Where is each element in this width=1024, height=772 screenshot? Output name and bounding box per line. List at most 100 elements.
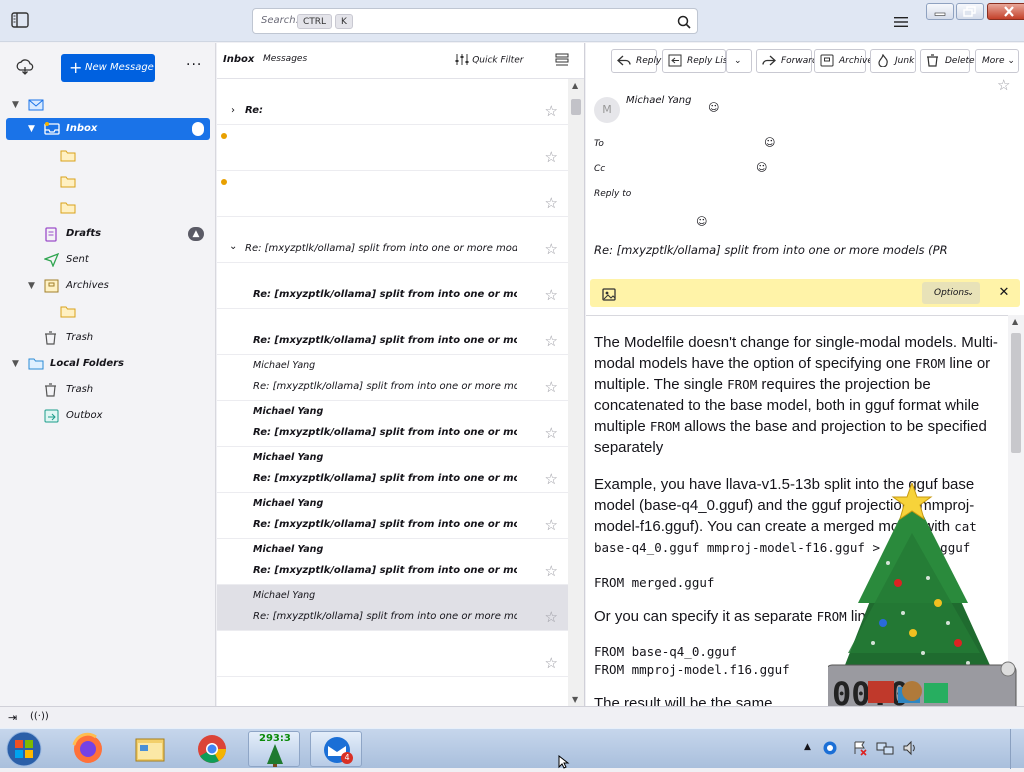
folder-inbox[interactable]: ▼ Inbox — [6, 118, 210, 140]
thread-row[interactable]: › Re: ☆ — [217, 79, 569, 125]
star-icon[interactable]: ☆ — [545, 102, 558, 120]
thread-subject: Re: [mxyzptlk/ollama] split from into on… — [253, 565, 517, 576]
minimize-button[interactable] — [926, 3, 954, 20]
thread-row[interactable]: Re: [mxyzptlk/ollama] split from into on… — [217, 309, 569, 355]
folder-subfolder-3[interactable] — [6, 197, 210, 219]
new-message-button[interactable]: + New Message — [61, 54, 155, 82]
local-folders-row[interactable]: ▼ Local Folders — [6, 353, 210, 375]
folder-subfolder-2[interactable] — [6, 171, 210, 193]
thread-row[interactable]: Michael Yang Re: [mxyzptlk/ollama] split … — [217, 493, 569, 539]
network-icon[interactable] — [876, 740, 894, 760]
file-explorer-taskbar-icon[interactable] — [124, 731, 176, 767]
start-button[interactable] — [4, 730, 44, 768]
action-center-flag-icon[interactable] — [852, 740, 868, 760]
star-icon[interactable]: ☆ — [545, 654, 558, 672]
chevron-down-icon[interactable]: ▼ — [12, 94, 19, 116]
folder-label: Inbox — [66, 123, 98, 134]
chrome-taskbar-icon[interactable] — [186, 731, 238, 767]
chevron-down-icon[interactable]: ▼ — [12, 353, 19, 375]
quick-filter-button[interactable]: Quick Filter — [455, 53, 523, 66]
thread-row[interactable]: ⌄ Re: [mxyzptlk/ollama] split from into o… — [217, 217, 569, 263]
display-options-icon[interactable] — [555, 53, 569, 70]
thread-scrollbar[interactable]: ▲ ▼ — [568, 79, 584, 706]
add-contact-icon[interactable]: ☺ — [708, 101, 719, 114]
add-contact-icon[interactable]: ☺ — [756, 161, 767, 174]
thread-row[interactable]: ☆ — [217, 171, 569, 217]
volume-icon[interactable] — [902, 740, 918, 760]
filter-icon — [455, 54, 469, 65]
star-icon[interactable]: ☆ — [545, 378, 558, 396]
star-icon[interactable]: ☆ — [545, 286, 558, 304]
thread-sender: Michael Yang — [253, 544, 324, 555]
get-messages-icon[interactable] — [16, 59, 34, 79]
chevron-right-icon[interactable]: › — [231, 105, 235, 116]
folder-pane-toggle-icon[interactable] — [11, 12, 29, 28]
reply-dropdown-button[interactable]: ⌄ — [726, 49, 752, 73]
add-contact-icon[interactable]: ☺ — [696, 215, 707, 228]
star-icon[interactable]: ☆ — [545, 608, 558, 626]
firefox-taskbar-icon[interactable] — [62, 731, 114, 767]
close-notice-icon[interactable]: ✕ — [994, 283, 1014, 303]
folder-subfolder-1[interactable] — [6, 145, 210, 167]
sender-name[interactable]: Michael Yang — [626, 95, 691, 106]
folder-trash[interactable]: Trash — [6, 327, 210, 349]
maximize-button[interactable] — [956, 3, 984, 20]
star-icon[interactable]: ☆ — [545, 424, 558, 442]
show-desktop-button[interactable] — [1010, 729, 1024, 769]
reply-button[interactable]: Reply — [611, 49, 661, 73]
thread-row[interactable]: Michael Yang Re: [mxyzptlk/ollama] split … — [217, 401, 569, 447]
thread-row[interactable]: ☆ — [217, 631, 569, 677]
app-menu-icon[interactable] — [894, 13, 908, 32]
folder-sent[interactable]: Sent — [6, 249, 210, 271]
thread-row[interactable]: ☆ — [217, 125, 569, 171]
notice-options-button[interactable]: Options ⌄ — [922, 282, 980, 304]
local-folder-icon — [28, 357, 44, 379]
tree-counter: 293:3 — [259, 733, 291, 744]
star-icon[interactable]: ☆ — [545, 240, 558, 258]
account-row[interactable]: ▼ — [6, 94, 210, 116]
send-icon — [43, 252, 60, 276]
star-icon[interactable]: ☆ — [545, 516, 558, 534]
status-toggle-icon[interactable]: ⇥ — [8, 711, 17, 724]
star-icon[interactable]: ☆ — [545, 332, 558, 350]
star-icon[interactable]: ☆ — [545, 194, 558, 212]
more-button[interactable]: More ⌄ — [975, 49, 1019, 73]
folder-pane-options-icon[interactable]: ··· — [186, 57, 202, 73]
search-icon[interactable] — [677, 14, 691, 33]
thread-row[interactable]: Michael Yang Re: [mxyzptlk/ollama] split … — [217, 355, 569, 401]
star-icon[interactable]: ☆ — [997, 76, 1010, 94]
thread-row[interactable]: Michael Yang Re: [mxyzptlk/ollama] split … — [217, 585, 569, 631]
folder-local-trash[interactable]: Trash — [6, 379, 210, 401]
unread-dot — [221, 133, 227, 139]
folder-archive-year[interactable] — [6, 301, 210, 323]
delete-button[interactable]: Delete — [920, 49, 975, 73]
thread-row[interactable]: Michael Yang Re: [mxyzptlk/ollama] split … — [217, 539, 569, 585]
archive-button[interactable]: Archive — [814, 49, 873, 73]
scrollbar-thumb[interactable] — [1011, 333, 1021, 453]
star-icon[interactable]: ☆ — [545, 470, 558, 488]
thread-sender: Michael Yang — [253, 452, 324, 463]
scrollbar-thumb[interactable] — [571, 99, 581, 115]
forward-button[interactable]: Forward — [756, 49, 818, 73]
chevron-down-icon[interactable]: ▼ — [28, 118, 35, 140]
chevron-down-icon[interactable]: ▼ — [28, 275, 35, 297]
search-input[interactable]: Search… CTRL K — [252, 8, 698, 34]
show-hidden-icons-icon[interactable]: ▲ — [804, 742, 811, 752]
thunderbird-taskbar-button[interactable]: 4 — [310, 731, 362, 767]
folder-outbox[interactable]: Outbox — [6, 405, 210, 427]
star-icon[interactable]: ☆ — [545, 562, 558, 580]
drafts-icon — [44, 227, 58, 251]
thread-row[interactable]: Re: [mxyzptlk/ollama] split from into on… — [217, 263, 569, 309]
reply-list-button[interactable]: Reply List — [662, 49, 731, 73]
folder-drafts[interactable]: Drafts ▲ — [6, 223, 210, 245]
thread-row[interactable]: Michael Yang Re: [mxyzptlk/ollama] split … — [217, 447, 569, 493]
tree-gadget-taskbar-button[interactable]: 293:3 — [248, 731, 300, 767]
star-icon[interactable]: ☆ — [545, 148, 558, 166]
folder-archives[interactable]: ▼ Archives — [6, 275, 210, 297]
tray-app-icon[interactable] — [822, 740, 838, 760]
junk-button[interactable]: Junk — [870, 49, 916, 73]
add-contact-icon[interactable]: ☺ — [764, 136, 775, 149]
online-status-icon[interactable]: ((·)) — [30, 711, 49, 722]
chevron-down-icon[interactable]: ⌄ — [229, 241, 237, 252]
close-window-button[interactable] — [987, 3, 1024, 20]
